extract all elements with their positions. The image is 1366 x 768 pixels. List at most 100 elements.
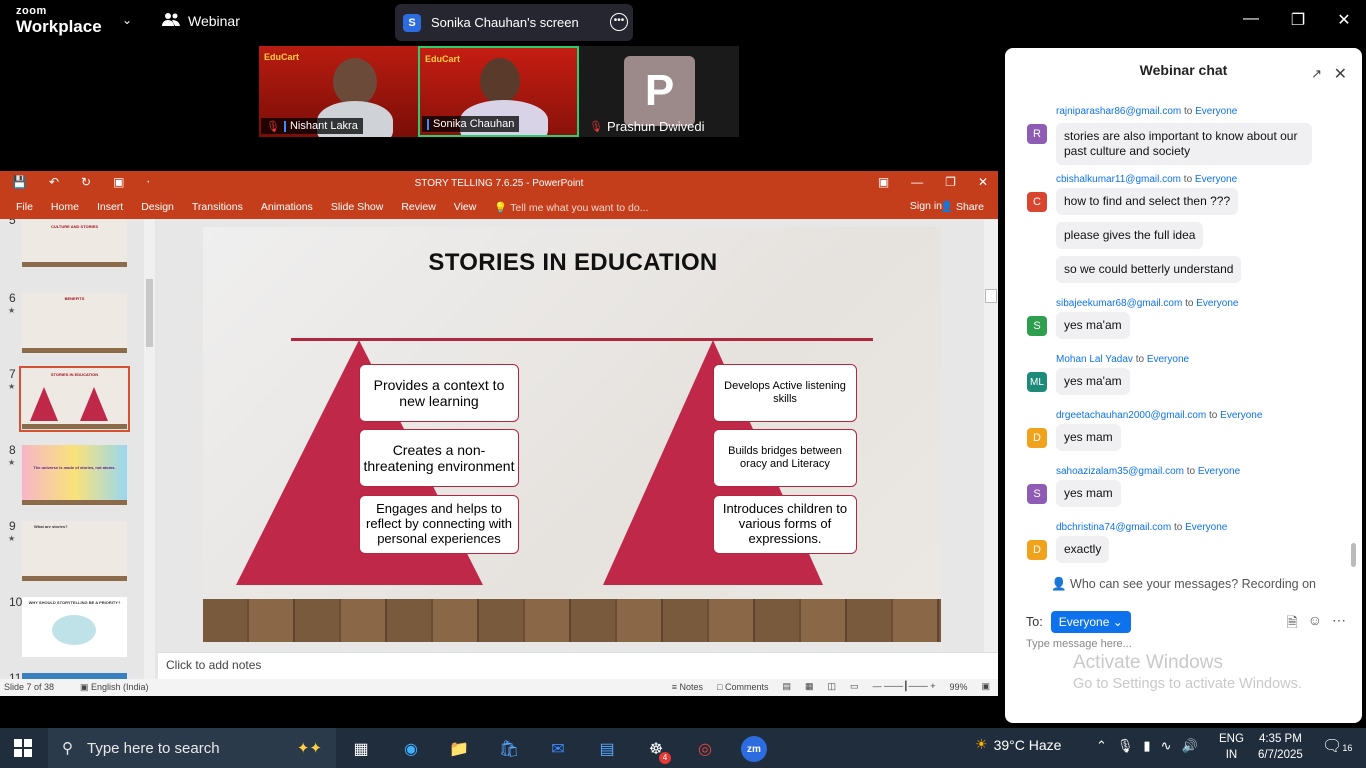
chrome-icon[interactable]: ◎ bbox=[692, 736, 718, 762]
zoom-slider[interactable]: — ───┃─── + bbox=[873, 681, 936, 692]
normal-view-icon[interactable]: ▤ bbox=[782, 681, 791, 692]
left-box-1[interactable]: Provides a context to new learning bbox=[359, 364, 519, 422]
tab-view[interactable]: View bbox=[454, 201, 477, 213]
comments-toggle[interactable]: □ Comments bbox=[717, 682, 768, 692]
tell-me-box[interactable]: 💡 Tell me what you want to do... bbox=[494, 201, 666, 214]
slide[interactable]: STORIES IN EDUCATION Provides a context … bbox=[203, 227, 941, 642]
message-bubble[interactable]: please gives the full idea bbox=[1056, 222, 1204, 249]
participant-tile-active[interactable]: EduCart Sonika Chauhan bbox=[418, 46, 579, 137]
message-sender[interactable]: sahoazizalam35@gmail.com to Everyone bbox=[1056, 466, 1240, 477]
scrollbar-thumb[interactable] bbox=[1351, 543, 1356, 567]
message-sender[interactable]: dbchristina74@gmail.com to Everyone bbox=[1056, 522, 1227, 533]
weather-widget[interactable]: ☀ 39°C Haze bbox=[975, 736, 1061, 753]
right-box-2[interactable]: Builds bridges between oracy and Literac… bbox=[713, 429, 857, 487]
left-box-3[interactable]: Engages and helps to reflect by connecti… bbox=[359, 495, 519, 554]
save-icon[interactable]: 💾 bbox=[12, 175, 27, 189]
slide-thumbnail[interactable]: CULTURE AND STORIES bbox=[22, 219, 127, 267]
pop-out-icon[interactable]: ↗ bbox=[1311, 66, 1322, 82]
message-bubble[interactable]: yes ma'am bbox=[1056, 312, 1130, 339]
reading-view-icon[interactable]: ◫ bbox=[828, 681, 837, 692]
chevron-up-icon[interactable]: ⌃ bbox=[1096, 738, 1107, 754]
slide-sorter-icon[interactable]: ▦ bbox=[805, 681, 814, 692]
slide-thumbnail[interactable]: BENEFITS bbox=[22, 293, 127, 353]
slide-scrollbar[interactable] bbox=[984, 219, 998, 652]
message-bubble[interactable]: yes ma'am bbox=[1056, 368, 1130, 395]
presentation-icon[interactable]: ▣ bbox=[113, 175, 124, 189]
message-sender[interactable]: rajniparashar86@gmail.com to Everyone bbox=[1056, 106, 1237, 117]
who-can-see-link[interactable]: 👤 Who can see your messages? Recording o… bbox=[1005, 577, 1362, 592]
file-explorer-icon[interactable]: 📁 bbox=[446, 736, 472, 762]
chat-scrollbar[interactable] bbox=[1351, 100, 1357, 570]
clock[interactable]: 4:35 PM 6/7/2025 bbox=[1258, 731, 1303, 763]
left-box-2[interactable]: Creates a non-threatening environment bbox=[359, 429, 519, 487]
fit-slide-icon[interactable]: ▣ bbox=[981, 681, 990, 692]
notes-toggle[interactable]: ≡ Notes bbox=[672, 682, 703, 692]
windows-start-icon[interactable] bbox=[14, 739, 32, 757]
zoom-level[interactable]: 99% bbox=[949, 682, 967, 692]
share-button[interactable]: 👤 Share bbox=[940, 200, 984, 213]
minimize-icon[interactable]: — bbox=[911, 175, 923, 189]
sign-in-link[interactable]: Sign in bbox=[910, 200, 942, 212]
news-icon[interactable]: ▤ bbox=[594, 736, 620, 762]
screen-share-pill[interactable]: S Sonika Chauhan's screen ••• bbox=[395, 4, 633, 41]
input-language[interactable]: ENG IN bbox=[1219, 731, 1244, 763]
edge-icon[interactable]: ◉ bbox=[398, 736, 424, 762]
redo-icon[interactable]: ↻ bbox=[81, 175, 91, 189]
zoom-app-icon[interactable]: zm bbox=[741, 736, 767, 762]
more-icon[interactable]: ••• bbox=[610, 13, 628, 31]
store-icon[interactable]: 🛍 bbox=[496, 736, 522, 762]
battery-icon[interactable]: ▮ bbox=[1143, 738, 1150, 754]
slide-thumbnail-selected[interactable]: STORIES IN EDUCATION bbox=[19, 366, 130, 432]
message-bubble[interactable]: yes mam bbox=[1056, 480, 1121, 507]
chat-input[interactable]: Type message here... bbox=[1026, 638, 1132, 650]
message-bubble[interactable]: exactly bbox=[1056, 536, 1110, 563]
close-icon[interactable]: ✕ bbox=[1334, 64, 1347, 84]
message-sender[interactable]: Mohan Lal Yadav to Everyone bbox=[1056, 354, 1189, 365]
right-box-3[interactable]: Introduces children to various forms of … bbox=[713, 495, 857, 554]
recipient-dropdown[interactable]: Everyone ⌄ bbox=[1050, 611, 1131, 633]
scrollbar-thumb[interactable] bbox=[146, 279, 153, 347]
chevron-down-icon[interactable]: ⌄ bbox=[122, 13, 132, 27]
minimize-icon[interactable]: — bbox=[1236, 10, 1266, 28]
tab-insert[interactable]: Insert bbox=[97, 201, 123, 213]
participant-tile[interactable]: EduCart 🎙 Nishant Lakra bbox=[259, 46, 418, 137]
taskbar-search[interactable]: ⚲ Type here to search ✦✦ bbox=[48, 728, 336, 768]
more-icon[interactable]: ⋯ bbox=[1332, 612, 1346, 636]
message-sender[interactable]: drgeetachauhan2000@gmail.com to Everyone bbox=[1056, 410, 1262, 421]
participant-tile[interactable]: P 🎙 Prashun Dwivedi bbox=[579, 46, 739, 137]
message-bubble[interactable]: how to find and select then ??? bbox=[1056, 188, 1239, 215]
tab-slide-show[interactable]: Slide Show bbox=[331, 201, 384, 213]
undo-icon[interactable]: ↶ bbox=[49, 175, 59, 189]
wifi-icon[interactable]: ∿ bbox=[1161, 738, 1172, 754]
emoji-icon[interactable]: ☺ bbox=[1308, 612, 1322, 636]
slide-thumbnail[interactable]: The universe is made of stories, not ato… bbox=[22, 445, 127, 505]
task-view-icon[interactable]: ▦ bbox=[348, 736, 374, 762]
mic-icon[interactable]: 🎙 bbox=[1117, 738, 1134, 754]
scrollbar-thumb[interactable] bbox=[985, 289, 997, 303]
teams-icon[interactable]: ☸ 4 bbox=[643, 736, 671, 764]
notifications-icon[interactable]: 🗨16 bbox=[1322, 736, 1352, 756]
right-box-1[interactable]: Develops Active listening skills bbox=[713, 364, 857, 422]
tab-home[interactable]: Home bbox=[51, 201, 79, 213]
close-icon[interactable]: ✕ bbox=[978, 175, 988, 189]
restore-icon[interactable]: ❐ bbox=[945, 175, 956, 189]
slide-thumbnail[interactable]: WHY SHOULD STORYTELLING BE A PRIORITY? bbox=[22, 597, 127, 657]
slideshow-icon[interactable]: ▭ bbox=[850, 681, 859, 692]
outlook-icon[interactable]: ✉ bbox=[545, 736, 571, 762]
webinar-menu[interactable]: Webinar bbox=[162, 12, 240, 29]
close-icon[interactable]: ✕ bbox=[1329, 10, 1359, 30]
volume-icon[interactable]: 🔊 bbox=[1181, 738, 1197, 754]
ribbon-display-icon[interactable]: ▣ bbox=[878, 175, 889, 189]
message-bubble[interactable]: so we could betterly understand bbox=[1056, 256, 1242, 283]
tab-design[interactable]: Design bbox=[141, 201, 174, 213]
message-bubble[interactable]: yes mam bbox=[1056, 424, 1121, 451]
message-sender[interactable]: sibajeekumar68@gmail.com to Everyone bbox=[1056, 298, 1238, 309]
thumbnail-scrollbar[interactable] bbox=[144, 219, 155, 679]
tab-transitions[interactable]: Transitions bbox=[192, 201, 243, 213]
slide-thumbnail[interactable]: What are stories? bbox=[22, 521, 127, 581]
tab-review[interactable]: Review bbox=[401, 201, 435, 213]
notes-pane[interactable]: Click to add notes bbox=[158, 652, 998, 679]
maximize-icon[interactable]: ❐ bbox=[1283, 10, 1313, 30]
customize-icon[interactable]: ‧ bbox=[146, 175, 150, 189]
file-icon[interactable]: 🗎 bbox=[1286, 612, 1297, 636]
